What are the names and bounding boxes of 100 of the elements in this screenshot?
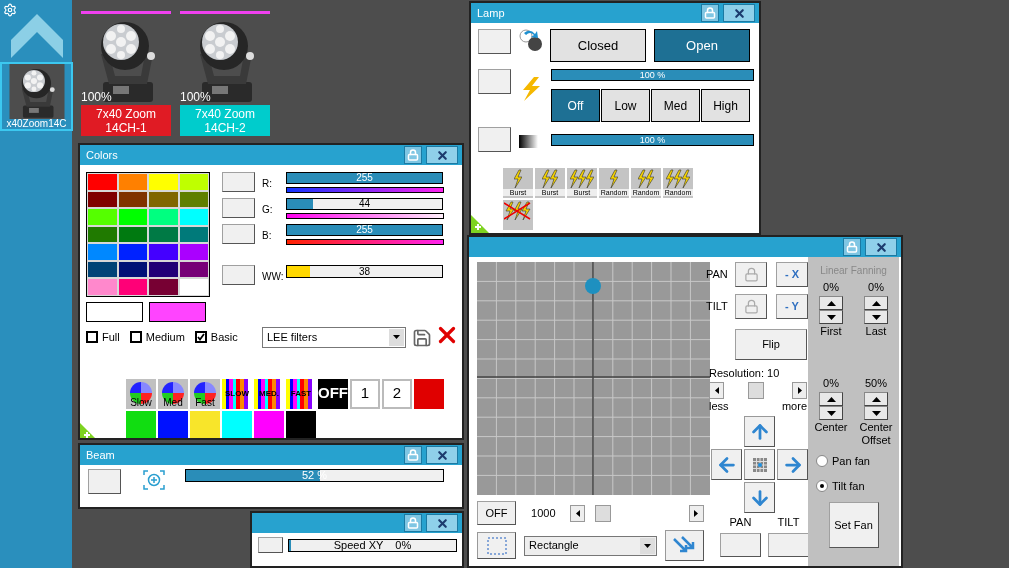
scroll-left-icon[interactable]	[709, 382, 724, 399]
increase-button[interactable]	[819, 296, 843, 310]
color-button[interactable]	[254, 410, 284, 438]
lock-button[interactable]	[404, 514, 422, 532]
value-slider[interactable]: 100 %	[551, 134, 754, 146]
invert-button[interactable]: - X	[776, 262, 808, 287]
off-button[interactable]: OFF	[318, 378, 348, 409]
filter-dropdown[interactable]: LEE filters	[262, 326, 406, 348]
channel-button[interactable]	[222, 265, 255, 285]
palette-color[interactable]	[117, 278, 148, 296]
palette-color[interactable]	[87, 278, 118, 296]
axis-lock-button[interactable]	[735, 262, 767, 287]
close-button[interactable]	[426, 514, 458, 532]
palette-color[interactable]	[117, 173, 148, 191]
strobe-button[interactable]: Low	[601, 89, 650, 122]
move-right-button[interactable]	[777, 449, 808, 480]
close-button[interactable]	[426, 146, 458, 164]
center-button[interactable]	[744, 449, 775, 480]
invert-button[interactable]: - Y	[776, 294, 808, 319]
shutter-button[interactable]: Open	[654, 29, 750, 62]
strobe-effect-button[interactable]	[503, 200, 533, 230]
value-slider[interactable]: 255	[286, 224, 443, 236]
color-wheel-button[interactable]: Med	[158, 378, 188, 409]
scroll-left-icon[interactable]	[570, 504, 586, 522]
output-button[interactable]	[768, 533, 809, 557]
value-slider[interactable]: 100 %	[551, 69, 754, 81]
lock-button[interactable]	[404, 146, 422, 164]
color-button[interactable]	[286, 410, 316, 438]
value-slider[interactable]: 255	[286, 172, 443, 184]
checkbox[interactable]	[194, 331, 207, 344]
close-button[interactable]	[865, 238, 897, 256]
decrease-button[interactable]	[864, 406, 888, 420]
fixture-name[interactable]: 7x40 Zoom 14CH-1	[81, 105, 171, 136]
output-button[interactable]	[720, 533, 761, 557]
lock-button[interactable]	[843, 238, 861, 256]
lock-button[interactable]	[404, 446, 422, 464]
axis-lock-button[interactable]	[735, 294, 767, 319]
palette-color[interactable]	[117, 208, 148, 226]
decrease-button[interactable]	[864, 310, 888, 324]
lamp-button[interactable]	[478, 127, 511, 152]
palette-color[interactable]	[148, 243, 179, 261]
close-button[interactable]	[426, 446, 458, 464]
scroll-right-icon[interactable]	[792, 382, 807, 399]
decrease-button[interactable]	[819, 406, 843, 420]
move-up-button[interactable]	[744, 416, 775, 447]
strobe-button[interactable]: Off	[551, 89, 600, 122]
set-fan-button[interactable]: Set Fan	[828, 502, 879, 548]
value-slider[interactable]: 38	[286, 265, 443, 278]
palette-color[interactable]	[178, 278, 209, 296]
lamp-button[interactable]	[478, 29, 511, 54]
palette-color[interactable]	[178, 173, 209, 191]
color-button[interactable]	[222, 410, 252, 438]
checkbox[interactable]	[129, 331, 142, 344]
palette-color[interactable]	[87, 243, 118, 261]
strobe-button[interactable]: High	[701, 89, 750, 122]
channel-button[interactable]	[222, 224, 255, 244]
radio-button[interactable]	[816, 455, 828, 468]
lock-button[interactable]	[701, 4, 719, 22]
swap-button[interactable]	[664, 530, 704, 561]
palette-color[interactable]	[148, 173, 179, 191]
preset-button[interactable]: 2	[382, 378, 412, 409]
lamp-button[interactable]	[478, 69, 511, 94]
scroll-thumb[interactable]	[595, 504, 612, 522]
channel-button[interactable]	[222, 172, 255, 192]
scroll-thumb[interactable]	[748, 382, 764, 399]
speed-button[interactable]	[258, 537, 283, 553]
color-button[interactable]	[190, 410, 220, 438]
radio-button[interactable]	[816, 479, 828, 492]
shape-dropdown[interactable]: Rectangle	[524, 535, 657, 556]
value-slider[interactable]: 44	[286, 198, 443, 210]
palette-color[interactable]	[87, 173, 118, 191]
palette-color[interactable]	[148, 278, 179, 296]
scroll-right-icon[interactable]	[689, 504, 704, 522]
save-icon[interactable]	[412, 327, 432, 348]
palette-color[interactable]	[117, 243, 148, 261]
palette-color[interactable]	[87, 208, 118, 226]
scrollbar[interactable]	[709, 382, 807, 399]
off-button[interactable]: OFF	[477, 501, 517, 525]
rainbow-button[interactable]: SLOW	[222, 378, 252, 409]
palette-color[interactable]	[148, 208, 179, 226]
scrollbar[interactable]	[570, 504, 704, 522]
increase-button[interactable]	[819, 392, 843, 406]
increase-button[interactable]	[864, 392, 888, 406]
shutter-button[interactable]: Closed	[550, 29, 646, 62]
position-dot[interactable]	[585, 278, 601, 294]
channel-button[interactable]	[222, 198, 255, 218]
preset-button[interactable]: 1	[350, 378, 380, 409]
beam-button[interactable]	[88, 469, 121, 494]
close-button[interactable]	[723, 4, 755, 22]
palette-color[interactable]	[178, 243, 209, 261]
strobe-button[interactable]: Med	[651, 89, 700, 122]
decrease-button[interactable]	[819, 310, 843, 324]
color-button[interactable]	[158, 410, 188, 438]
color-button[interactable]	[414, 378, 444, 409]
fixture-item[interactable]: x40Zoom14C	[0, 62, 73, 131]
color-button[interactable]	[126, 410, 156, 438]
increase-button[interactable]	[864, 296, 888, 310]
value-slider[interactable]: Speed XY 0%	[288, 538, 457, 552]
checkbox[interactable]	[86, 331, 98, 344]
move-left-button[interactable]	[711, 449, 742, 480]
